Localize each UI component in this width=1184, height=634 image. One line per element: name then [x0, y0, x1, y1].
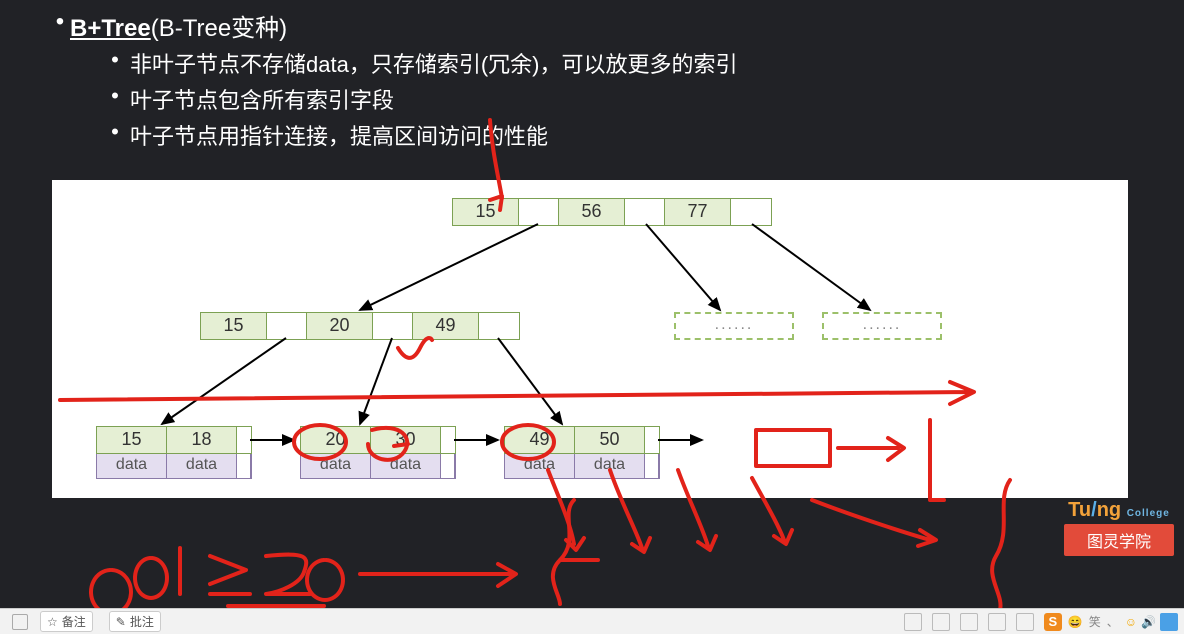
logo-caption: 图灵学院: [1064, 524, 1174, 556]
bullet-line-1: • 非叶子节点不存储data，只存储索引(冗余)，可以放更多的索引: [100, 47, 1154, 79]
pointer-cell: [237, 454, 251, 478]
bullet-dot: •: [50, 8, 70, 36]
pointer-cell: [479, 313, 519, 339]
key-cell: 15: [453, 199, 519, 225]
notes-label: 备注: [62, 613, 86, 630]
data-cell: data: [301, 454, 371, 478]
key-cell: 15: [201, 313, 267, 339]
tray-icon[interactable]: [1160, 613, 1178, 631]
pointer-cell: [373, 313, 413, 339]
bullet-line-2: • 叶子节点包含所有索引字段: [100, 83, 1154, 115]
pointer-cell: [441, 427, 455, 453]
data-cell: data: [167, 454, 237, 478]
key-cell: 15: [97, 427, 167, 453]
bullet-dot: •: [100, 83, 130, 109]
leaf-node-2: 20 30 data data: [300, 426, 456, 479]
pointer-cell: [731, 199, 771, 225]
view-reading-icon[interactable]: [960, 613, 978, 631]
pointer-cell: [237, 427, 251, 453]
key-cell: 56: [559, 199, 625, 225]
pointer-cell: [645, 454, 659, 478]
logo-text-left: Tu: [1068, 499, 1091, 521]
view-normal-icon[interactable]: [904, 613, 922, 631]
title-rest: (B-Tree变种): [151, 15, 287, 42]
pointer-cell: [267, 313, 307, 339]
view-sorter-icon[interactable]: [932, 613, 950, 631]
ime-text: 笑: [1089, 613, 1101, 630]
leaf-node-1: 15 18 data data: [96, 426, 252, 479]
sogou-ime-icon[interactable]: S: [1044, 613, 1062, 631]
logo: Tu/ng College 图灵学院: [1064, 499, 1174, 556]
key-cell: 77: [665, 199, 731, 225]
key-cell: 49: [413, 313, 479, 339]
bullet-text: 叶子节点用指针连接，提高区间访问的性能: [130, 119, 548, 151]
bullet-title: • B+Tree(B-Tree变种): [50, 8, 1154, 43]
bullet-text: 叶子节点包含所有索引字段: [130, 83, 394, 115]
bullet-line-3: • 叶子节点用指针连接，提高区间访问的性能: [100, 119, 1154, 151]
notes-button[interactable]: ☆ 备注: [40, 611, 93, 632]
view-slideshow-icon[interactable]: [988, 613, 1006, 631]
internal-node: 15 20 49: [200, 312, 520, 340]
key-cell: 30: [371, 427, 441, 453]
comments-button[interactable]: ✎ 批注: [109, 611, 161, 632]
comments-label: 批注: [130, 613, 154, 630]
bullet-dot: •: [100, 47, 130, 73]
placeholder-node: ......: [674, 312, 794, 340]
key-cell: 20: [307, 313, 373, 339]
pointer-cell: [441, 454, 455, 478]
view-divider-icon[interactable]: [1016, 613, 1034, 631]
data-cell: data: [505, 454, 575, 478]
logo-sub: College: [1127, 508, 1170, 519]
data-cell: data: [371, 454, 441, 478]
key-cell: 20: [301, 427, 371, 453]
bullet-dot: •: [100, 119, 130, 145]
view-controls: [904, 613, 1034, 631]
smile-icon[interactable]: ☺: [1125, 615, 1137, 629]
diagram-area: 15 56 77 15 20 49 ...... ...... 15 18: [52, 180, 1128, 498]
pointer-cell: [645, 427, 659, 453]
bullets: • B+Tree(B-Tree变种) • 非叶子节点不存储data，只存储索引(…: [0, 0, 1184, 151]
data-cell: data: [575, 454, 645, 478]
pointer-cell: [519, 199, 559, 225]
title-bold: B+Tree: [70, 15, 151, 42]
pointer-cell: [625, 199, 665, 225]
refresh-icon[interactable]: [12, 614, 28, 630]
taskbar: ☆ 备注 ✎ 批注 S 😄 笑 、 ☺ 🔊: [0, 608, 1184, 634]
sound-icon[interactable]: 🔊: [1141, 615, 1156, 629]
key-cell: 18: [167, 427, 237, 453]
data-cell: data: [97, 454, 167, 478]
key-cell: 50: [575, 427, 645, 453]
emoji-icon[interactable]: 😄: [1068, 615, 1083, 629]
logo-brand: Tu/ng College: [1064, 499, 1174, 522]
root-node: 15 56 77: [452, 198, 772, 226]
key-cell: 49: [505, 427, 575, 453]
bullet-text: 非叶子节点不存储data，只存储索引(冗余)，可以放更多的索引: [130, 47, 737, 79]
placeholder-node: ......: [822, 312, 942, 340]
separator: 、: [1107, 613, 1119, 630]
leaf-node-3: 49 50 data data: [504, 426, 660, 479]
slide: • B+Tree(B-Tree变种) • 非叶子节点不存储data，只存储索引(…: [0, 0, 1184, 610]
logo-text-right: ng: [1097, 499, 1121, 521]
